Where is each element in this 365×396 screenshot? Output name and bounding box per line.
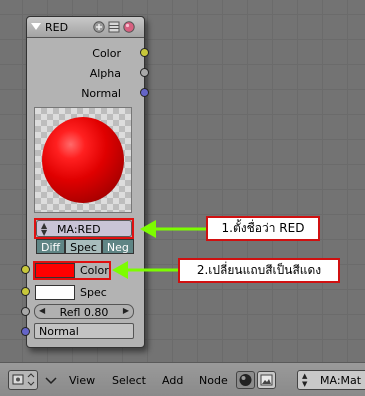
menu-select[interactable]: Select (112, 374, 146, 387)
tab-neg[interactable]: Neg (101, 239, 134, 254)
callout-name-red: 1.ตั้งชื่อว่า RED (206, 216, 320, 241)
spec-label: Spec (80, 286, 107, 299)
color-label: Color (80, 264, 109, 277)
composite-nodes-button[interactable] (257, 371, 276, 389)
image-icon (260, 374, 273, 386)
shading-tabs: Diff Spec Neg (36, 239, 134, 254)
plus-icon[interactable] (93, 21, 105, 33)
input-refl-socket[interactable] (21, 307, 30, 316)
normal-label: Normal (39, 325, 79, 338)
header-material-name: MA:Mat (320, 374, 362, 387)
material-sphere-icon (239, 374, 252, 386)
tab-spec[interactable]: Spec (65, 239, 102, 254)
output-normal-label: Normal (81, 87, 121, 100)
output-color-label: Color (92, 47, 121, 60)
spec-swatch[interactable] (35, 285, 75, 300)
material-browse-field[interactable]: ▲ ▼ MA:Mat (297, 370, 365, 390)
increase-arrow-icon[interactable]: ▶ (123, 306, 129, 315)
editor-type-icon (12, 373, 35, 386)
output-alpha-label: Alpha (89, 67, 121, 80)
shader-nodes-button[interactable] (236, 371, 255, 389)
tab-diff[interactable]: Diff (36, 239, 66, 254)
menu-collapse-icon[interactable] (45, 377, 57, 385)
input-spec-socket[interactable] (21, 287, 30, 296)
input-normal-socket[interactable] (21, 327, 30, 336)
refl-value: Refl 0.80 (59, 306, 109, 319)
output-color-socket[interactable] (140, 48, 149, 57)
normal-field[interactable]: Normal (34, 323, 134, 339)
menu-node[interactable]: Node (199, 374, 228, 387)
collapse-arrow-icon[interactable] (31, 23, 41, 30)
output-alpha-socket[interactable] (140, 68, 149, 77)
menu-add[interactable]: Add (162, 374, 183, 387)
highlight-material-field (34, 218, 134, 239)
output-normal-socket[interactable] (140, 88, 149, 97)
menu-view[interactable]: View (69, 374, 95, 387)
material-browse-arrows-icon[interactable]: ▲ ▼ (302, 372, 307, 388)
node-editor-header: View Select Add Node ▲ ▼ MA:Mat (0, 362, 365, 396)
editor-type-button[interactable] (8, 370, 38, 390)
node-title: RED (45, 21, 69, 34)
preview-toggle-icon[interactable] (108, 21, 120, 33)
material-preview (34, 107, 132, 213)
preview-sphere (42, 117, 124, 203)
input-color-socket[interactable] (21, 265, 30, 274)
node-color-icon[interactable] (123, 21, 135, 33)
node-header[interactable]: RED (27, 17, 144, 38)
callout-change-color: 2.เปลี่ยนแถบสีเป็นสีแดง (178, 258, 340, 283)
refl-field[interactable]: ◀ Refl 0.80 ▶ (34, 304, 134, 319)
